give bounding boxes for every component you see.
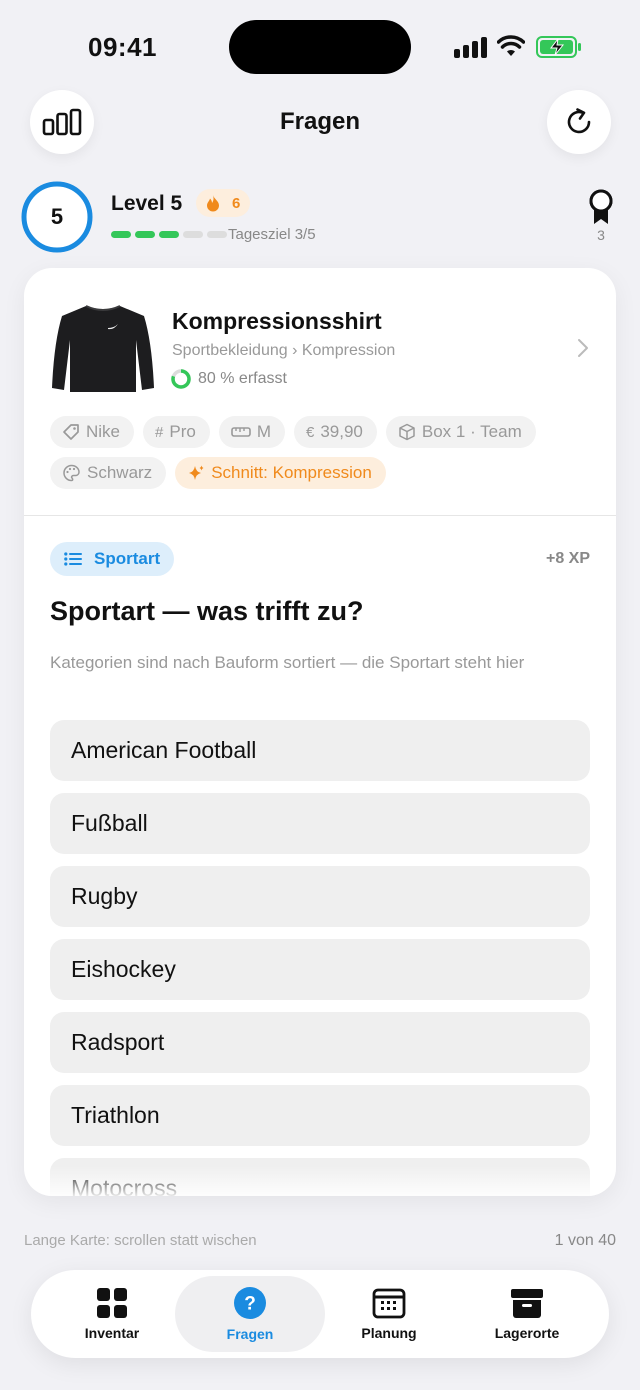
tab-label: Fragen bbox=[226, 1326, 274, 1342]
box-icon bbox=[399, 423, 415, 441]
list-icon bbox=[64, 552, 82, 566]
tag-label: Box 1 · Team bbox=[421, 422, 522, 441]
tab-lagerorte[interactable]: Lagerorte bbox=[452, 1276, 602, 1352]
answer-option[interactable]: Fußball bbox=[50, 793, 590, 854]
question-category-badge: Sportart bbox=[50, 542, 175, 576]
product-category: Sportbekleidung › Kompression bbox=[172, 342, 396, 359]
dynamic-island bbox=[229, 20, 411, 74]
question-title: Sportart — was trifft zu? bbox=[50, 596, 364, 626]
tab-label: Lagerorte bbox=[494, 1325, 560, 1341]
award-count: 3 bbox=[597, 227, 605, 243]
answer-option[interactable]: Triathlon bbox=[50, 1085, 590, 1146]
streak-count: 6 bbox=[232, 194, 241, 212]
tag-cut-suggestion[interactable]: Schnitt: Kompression bbox=[175, 457, 386, 489]
status-bar: 09:41 bbox=[0, 0, 640, 90]
refresh-button[interactable] bbox=[547, 90, 611, 154]
answer-option[interactable]: Eishockey bbox=[50, 939, 590, 1000]
tag-line[interactable]: # Pro bbox=[143, 416, 210, 448]
page-title: Fragen bbox=[279, 108, 360, 135]
euro-icon: € bbox=[306, 423, 315, 441]
progress-ring-icon bbox=[171, 369, 191, 389]
answer-option[interactable]: Radsport bbox=[50, 1012, 590, 1073]
capture-progress-label: 80 % erfasst bbox=[198, 370, 287, 387]
grid-icon bbox=[97, 1288, 127, 1318]
answer-options: American Football Fußball Rugby Eishocke… bbox=[50, 720, 590, 1196]
tab-label: Planung bbox=[361, 1325, 417, 1341]
hash-icon: # bbox=[155, 423, 164, 441]
ruler-icon bbox=[231, 427, 251, 437]
product-image bbox=[52, 305, 154, 392]
calendar-icon bbox=[372, 1288, 406, 1319]
product-name: Kompressionsshirt bbox=[172, 308, 382, 334]
wifi-icon bbox=[497, 35, 525, 56]
tag-price[interactable]: € 39,90 bbox=[294, 416, 377, 448]
tag-label: Nike bbox=[86, 422, 121, 441]
question-category-label: Sportart bbox=[94, 549, 161, 568]
tab-inventar[interactable]: Inventar bbox=[37, 1276, 187, 1352]
tag-storage[interactable]: Box 1 · Team bbox=[385, 416, 536, 448]
tag-brand[interactable]: Nike bbox=[50, 416, 135, 448]
tag-color[interactable]: Schwarz bbox=[50, 457, 167, 489]
svg-text:?: ? bbox=[244, 1294, 256, 1315]
level-label: Level 5 bbox=[111, 192, 183, 215]
refresh-icon bbox=[567, 108, 591, 134]
capture-progress: 80 % erfasst bbox=[170, 368, 287, 390]
sparkle-icon bbox=[189, 465, 204, 480]
question-hint: Kategorien sind nach Bauform sortiert — … bbox=[50, 653, 525, 672]
cellular-signal-icon bbox=[454, 36, 488, 58]
tab-label: Inventar bbox=[84, 1325, 140, 1341]
battery-charging-icon bbox=[536, 36, 581, 58]
tag-label: Pro bbox=[169, 422, 196, 441]
question-card: Kompressionsshirt Sportbekleidung › Komp… bbox=[24, 268, 616, 1196]
tag-label: 39,90 bbox=[320, 422, 363, 441]
level-number: 5 bbox=[50, 204, 64, 229]
tag-label: M bbox=[256, 422, 271, 441]
product-summary[interactable]: Kompressionsshirt Sportbekleidung › Komp… bbox=[24, 268, 616, 516]
tab-planung[interactable]: Planung bbox=[314, 1276, 464, 1352]
status-time: 09:41 bbox=[88, 32, 157, 62]
daily-goal-label: Tagesziel 3/5 bbox=[228, 226, 316, 243]
scroll-fade bbox=[24, 1166, 616, 1196]
chevron-right-icon bbox=[578, 339, 588, 357]
streak-badge: 6 bbox=[196, 189, 251, 217]
tag-icon bbox=[63, 424, 79, 440]
award-icon[interactable] bbox=[586, 188, 616, 226]
tag-size[interactable]: M bbox=[218, 416, 285, 448]
product-tags: Nike # Pro M € 39,90 Box 1 · Team Schwar… bbox=[50, 416, 600, 489]
tab-bar: Inventar ? Fragen Planung Lagerorte bbox=[31, 1270, 609, 1358]
palette-icon bbox=[63, 464, 80, 482]
card-pager: 1 von 40 bbox=[554, 1232, 616, 1249]
answer-option[interactable]: American Football bbox=[50, 720, 590, 781]
xp-reward: +8 XP bbox=[545, 550, 590, 567]
tag-label: Schnitt: Kompression bbox=[211, 463, 372, 482]
tag-label: Schwarz bbox=[87, 463, 153, 482]
divider bbox=[24, 515, 616, 516]
tab-fragen[interactable]: ? Fragen bbox=[175, 1276, 325, 1352]
question-icon: ? bbox=[234, 1287, 266, 1319]
archive-icon bbox=[511, 1289, 543, 1318]
flame-icon bbox=[207, 195, 219, 212]
answer-option[interactable]: Rugby bbox=[50, 866, 590, 927]
daily-goal-progress bbox=[111, 231, 227, 238]
scroll-hint: Lange Karte: scrollen statt wischen bbox=[24, 1232, 257, 1249]
